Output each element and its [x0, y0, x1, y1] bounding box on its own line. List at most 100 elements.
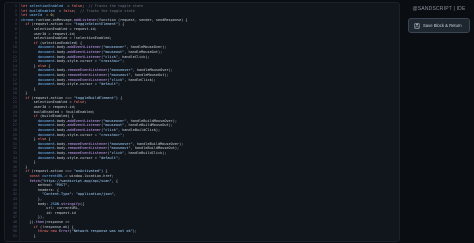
code-token: false — [63, 8, 74, 13]
code-token: "https://sandscript.app/api/scan" — [42, 178, 112, 183]
code-token: "Content-Type" — [42, 192, 72, 197]
code-token: .body. — [54, 45, 68, 50]
code-token: = — [63, 4, 72, 8]
code-token: addEventListener — [67, 45, 102, 50]
code-token: ({ — [80, 201, 85, 206]
code-token: , — [113, 192, 116, 197]
code-token: (selectionEnabled) { — [39, 40, 83, 45]
code-token: .body. — [54, 151, 68, 155]
code-token: // Tracks the toggle state — [80, 8, 135, 13]
code-token: document — [37, 59, 55, 64]
code-token: } — [21, 63, 38, 68]
code-token: document — [37, 72, 55, 77]
code-token: , handleBuildMouseOut); — [124, 123, 173, 128]
code-token: (request.action === — [31, 95, 74, 100]
sidebar-panel: @SANDSCRIPT | IDE Save Block & Return — [400, 0, 474, 243]
code-token: } — [21, 86, 36, 91]
app-title: @SANDSCRIPT | IDE — [412, 6, 466, 12]
code-token: .body. — [54, 54, 68, 59]
code-token: , handleBuildMouseOver); — [132, 141, 184, 146]
code-token: document — [37, 128, 55, 133]
code-token: "mouseover" — [103, 45, 127, 50]
code-text: throw new Error("Network response was no… — [19, 229, 137, 234]
code-token: "toggleSelectElement" — [73, 22, 118, 27]
code-area[interactable]: 1 let selectionEnabled = false; // Tracks… — [5, 4, 399, 238]
code-token: addEventListener — [67, 49, 102, 54]
code-token: = — [42, 13, 51, 18]
code-token: , handleBuildClick); — [124, 151, 167, 155]
code-token: headers: { — [21, 187, 59, 192]
code-token: , handleBuildClick); — [117, 128, 161, 133]
code-token: stringify — [61, 201, 81, 206]
code-token: const — [29, 173, 43, 178]
code-token: userId = request.id; — [21, 31, 76, 36]
code-token: }). — [21, 219, 36, 224]
code-token: ; — [84, 100, 87, 105]
code-token: addListener — [73, 17, 97, 22]
code-token: selectionEnabled = request.id; — [21, 26, 97, 31]
code-token: "toggleBuildElement" — [73, 95, 116, 100]
code-token: selectionEnabled — [29, 4, 64, 8]
code-token: "mouseover" — [109, 141, 133, 146]
code-token: { — [48, 63, 51, 68]
code-token: "mouseout" — [109, 146, 131, 151]
code-token: (!response.ok) { — [39, 224, 74, 229]
code-token: "click" — [109, 77, 125, 82]
code-token: document — [37, 54, 55, 59]
code-token: selectionEnabled = — [21, 100, 74, 105]
code-token: "default" — [98, 82, 118, 87]
code-token: document — [37, 77, 55, 82]
code-token: buildEnabled = !buildEnabled; — [21, 109, 95, 114]
code-token: "click" — [103, 54, 118, 59]
code-token: ; — [117, 82, 121, 87]
code-token: }, — [21, 196, 43, 201]
code-token: false — [71, 4, 83, 8]
code-token: document — [37, 118, 55, 123]
code-token: "default" — [98, 155, 118, 160]
code-token: removeEventListener — [67, 68, 108, 73]
code-token: document — [37, 132, 55, 137]
code-token: Error — [58, 229, 70, 234]
code-token: document — [37, 155, 55, 160]
code-token: "click" — [109, 151, 125, 155]
code-token: ; — [52, 13, 55, 18]
code-token: .body.style.cursor = — [54, 59, 99, 64]
code-token: .body.style.cursor = — [54, 155, 99, 160]
code-token: , handleClick); — [117, 54, 150, 59]
code-token: JSON — [50, 201, 59, 206]
code-token: .body.style.cursor = — [54, 82, 99, 87]
code-token: removeEventListener — [67, 72, 108, 77]
code-token: , handleBuildMouseOver); — [126, 118, 177, 123]
code-token: , handleBuildMouseOut); — [130, 146, 180, 151]
save-block-return-button[interactable]: Save Block & Return — [408, 18, 470, 33]
code-token: (request.action === — [31, 22, 74, 27]
code-token: addEventListener — [67, 54, 102, 59]
code-token: throw new — [37, 229, 59, 234]
code-token: else — [37, 63, 49, 68]
code-token: "mouseout" — [103, 49, 125, 54]
code-line[interactable]: 51 } — [5, 234, 399, 239]
code-editor[interactable]: 1 let selectionEnabled = false; // Tracks… — [4, 2, 400, 242]
code-token: (response => — [44, 219, 70, 224]
code-token: "onActivated" — [73, 169, 102, 174]
code-token: }), — [21, 215, 45, 220]
code-token: , handleMouseOver); — [132, 68, 173, 73]
code-token: buildEnabled — [29, 8, 55, 13]
code-token: .body.style.cursor = — [54, 132, 99, 137]
code-token: (request.action === — [31, 169, 74, 174]
